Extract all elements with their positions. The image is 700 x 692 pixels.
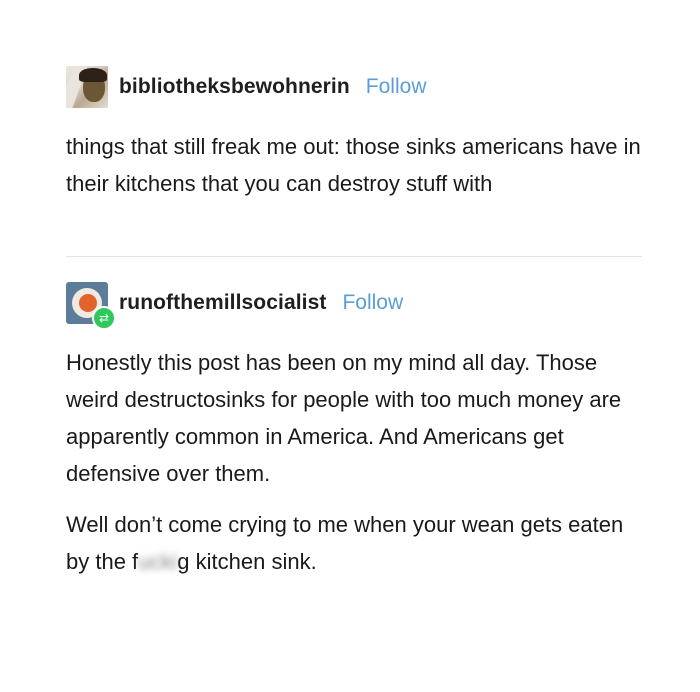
post-header: bibliotheksbewohnerin Follow bbox=[66, 66, 646, 108]
post-reblog: ⇄ runofthemillsocialist Follow Honestly … bbox=[66, 282, 646, 580]
post-paragraph: Well don’t come crying to me when your w… bbox=[66, 506, 646, 580]
avatar[interactable] bbox=[66, 66, 108, 108]
avatar[interactable]: ⇄ bbox=[66, 282, 116, 330]
post-body: things that still freak me out: those si… bbox=[66, 128, 646, 202]
follow-button[interactable]: Follow bbox=[342, 291, 403, 315]
post-paragraph: Honestly this post has been on my mind a… bbox=[66, 350, 622, 486]
post-original: bibliotheksbewohnerin Follow things that… bbox=[66, 66, 646, 202]
post-paragraph: things that still freak me out: those si… bbox=[66, 134, 641, 196]
username[interactable]: runofthemillsocialist bbox=[119, 291, 326, 315]
follow-button[interactable]: Follow bbox=[366, 75, 427, 99]
post-header: ⇄ runofthemillsocialist Follow bbox=[66, 282, 646, 330]
divider bbox=[66, 256, 642, 257]
paragraph-text: g kitchen sink. bbox=[177, 549, 317, 574]
reblog-icon: ⇄ bbox=[92, 306, 116, 330]
censored-word: ucki bbox=[138, 549, 178, 574]
post-body: Honestly this post has been on my mind a… bbox=[66, 344, 646, 580]
username[interactable]: bibliotheksbewohnerin bbox=[119, 75, 350, 99]
